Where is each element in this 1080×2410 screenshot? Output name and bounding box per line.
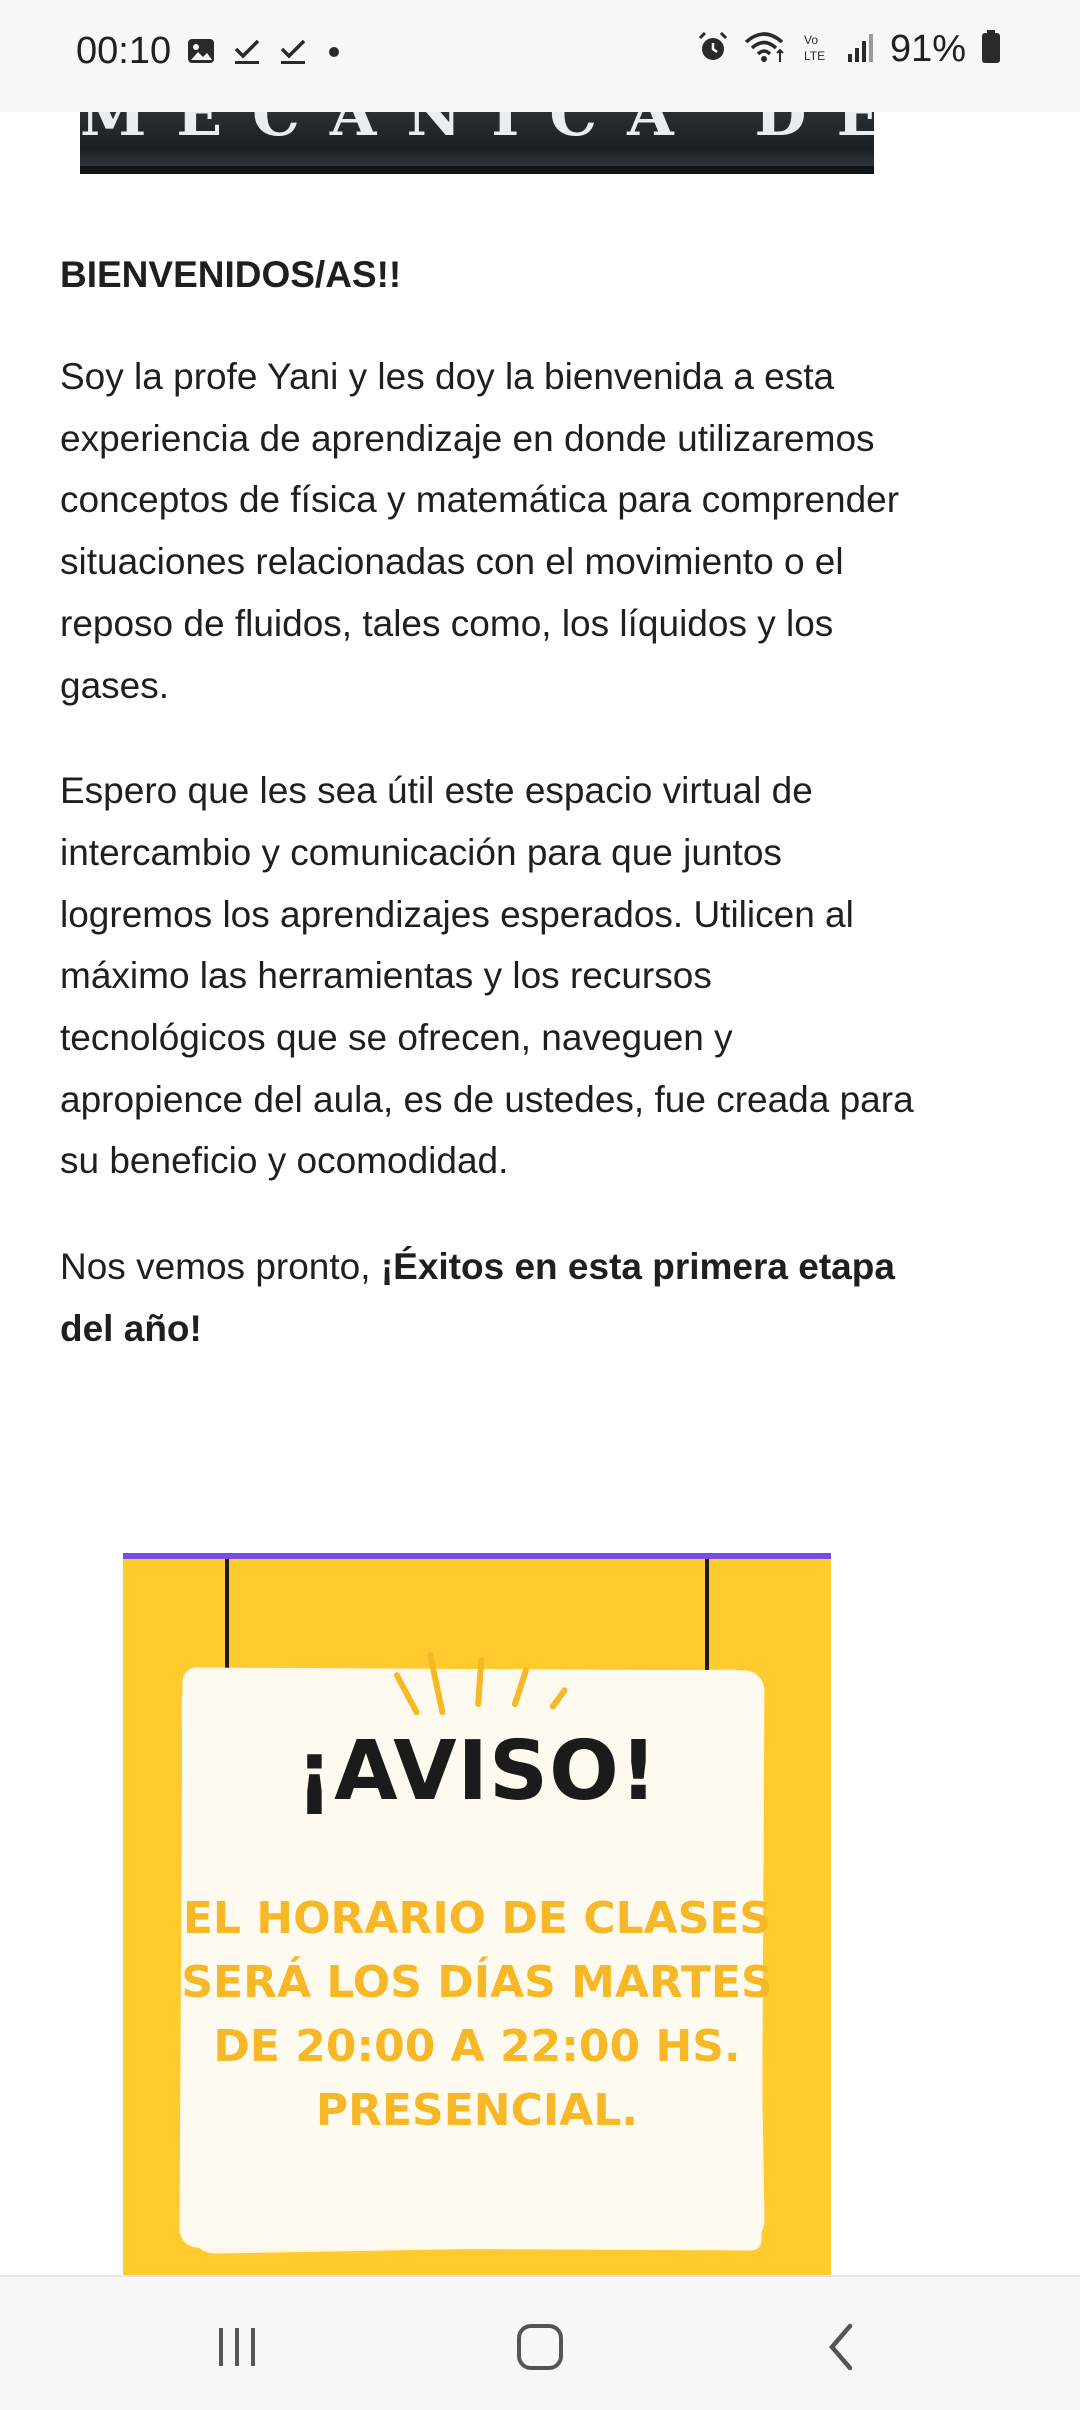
intro-paragraph: Soy la profe Yani y les doy la bienvenid… [60, 356, 900, 706]
aviso-line: SERÁ LOS DÍAS MARTES [181, 1957, 773, 2008]
check-icon [278, 36, 308, 71]
welcome-heading: BIENVENIDOS/AS!! [60, 254, 402, 295]
closing-paragraph: Nos vemos pronto, ¡Éxitos en esta primer… [60, 1236, 920, 1359]
battery-percent: 91% [889, 28, 966, 70]
alarm-icon [696, 30, 730, 69]
volte-icon: Vo LTE [802, 30, 832, 69]
system-icons: Vo LTE 91% [696, 28, 1002, 71]
back-button[interactable] [802, 2307, 882, 2387]
encouragement-paragraph: Espero que les sea útil este espacio vir… [60, 770, 914, 1182]
banner-text: MECANICA DE FLUIDOS [80, 112, 874, 150]
battery-icon [980, 29, 1002, 70]
navigation-bar [0, 2275, 1080, 2410]
aviso-poster-image: ¡AVISO! EL HORARIO DE CLASES SERÁ LOS DÍ… [123, 1553, 831, 2279]
home-button[interactable] [500, 2307, 580, 2387]
aviso-line: PRESENCIAL. [315, 2085, 639, 2136]
check-icon [232, 36, 262, 71]
svg-text:LTE: LTE [804, 49, 825, 63]
status-time: 00:10 [76, 30, 172, 72]
back-icon [829, 2323, 853, 2371]
image-icon [186, 36, 216, 71]
aviso-title: ¡AVISO! [295, 1724, 659, 1819]
welcome-article: BIENVENIDOS/AS!! Soy la profe Yani y les… [60, 248, 920, 1404]
closing-text: Nos vemos pronto, [60, 1246, 381, 1288]
svg-text:Vo: Vo [804, 33, 818, 47]
wifi-icon [744, 30, 788, 69]
aviso-line: DE 20:00 A 22:00 HS. [213, 2021, 741, 2072]
aviso-schedule-text: EL HORARIO DE CLASES SERÁ LOS DÍAS MARTE… [123, 1887, 831, 2143]
course-banner-image: MECANICA DE FLUIDOS [80, 112, 874, 174]
signal-icon [846, 30, 876, 69]
recents-icon [219, 2328, 255, 2366]
aviso-line: EL HORARIO DE CLASES [182, 1893, 772, 1944]
dot-icon [324, 41, 344, 66]
home-icon [517, 2324, 563, 2370]
notification-icons [186, 36, 344, 71]
status-bar: 00:10 Vo LTE 91% [0, 0, 1080, 112]
recents-button[interactable] [198, 2307, 278, 2387]
